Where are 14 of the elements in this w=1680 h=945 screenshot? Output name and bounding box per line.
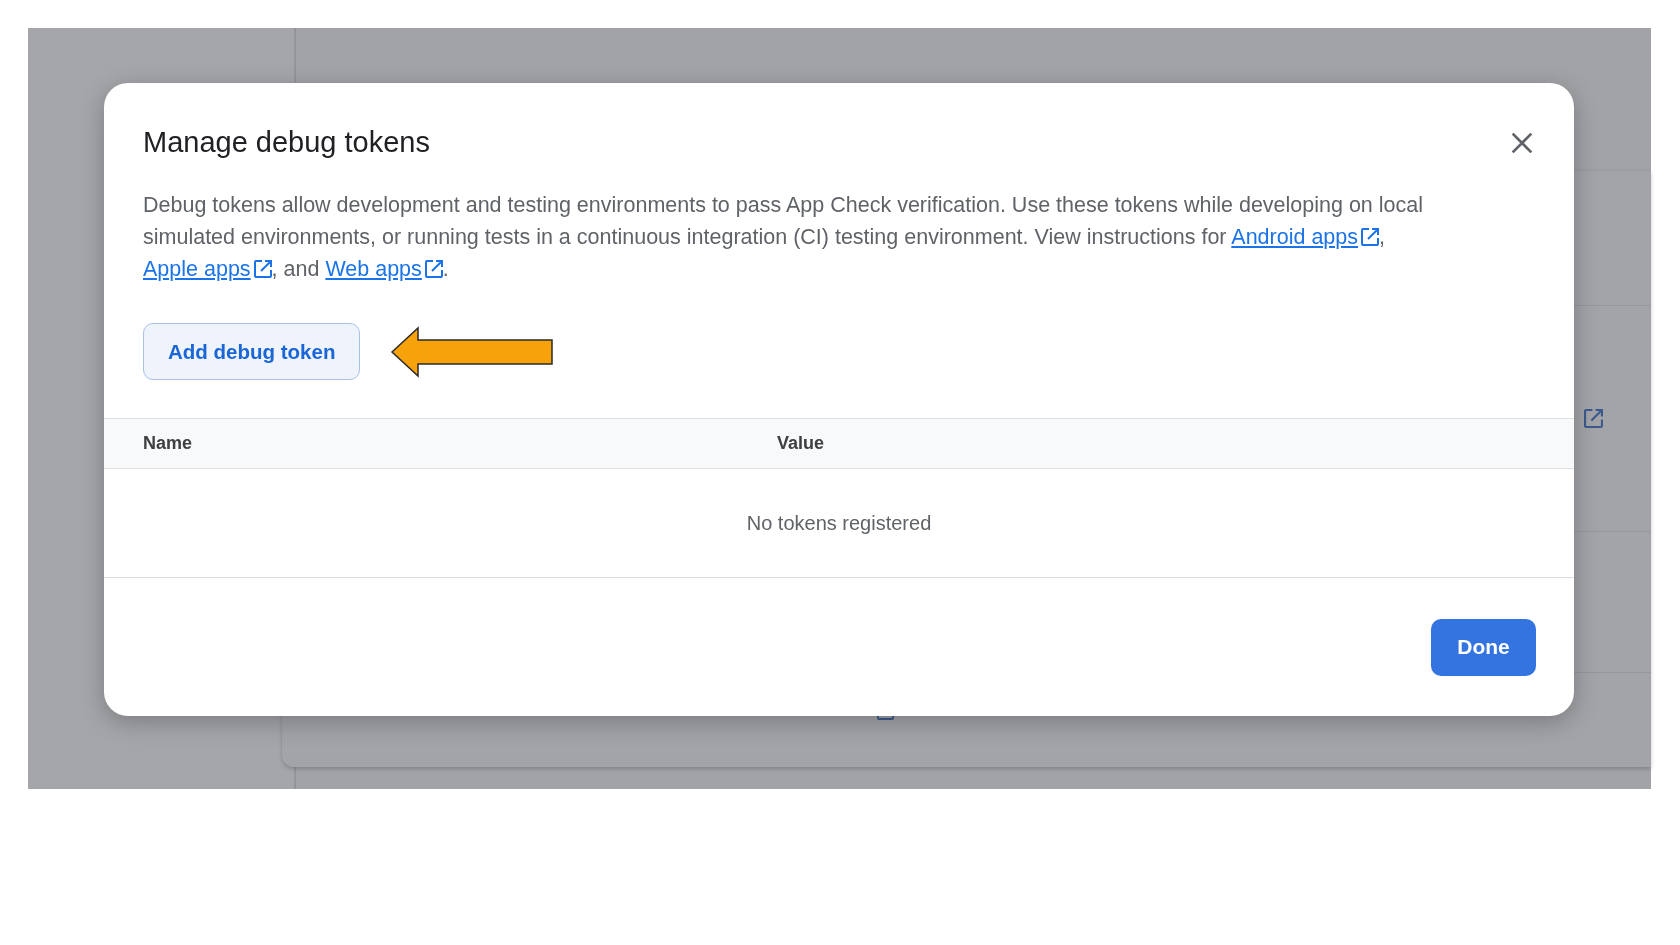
column-header: Name (143, 433, 194, 454)
empty-message: No tokens registered (746, 511, 932, 535)
column-header: Value (777, 433, 825, 454)
link[interactable]: Android apps (1231, 225, 1379, 249)
external-link-icon (253, 260, 272, 278)
external-link-icon (1361, 228, 1379, 246)
description-text: Debug tokens allow development and testing environments to pass App Check verification. Use these tokens while developing on local simulated environments, or running tests in a continuous integration (CI) testing environment. View instructions for Android apps , Apple apps , and Web apps . (143, 192, 1424, 283)
add-debug-token-button[interactable]: Add debug token (143, 323, 361, 380)
external-link-icon (1584, 409, 1603, 428)
dialog-title: Manage debug tokens (143, 126, 430, 159)
link[interactable]: Apple apps (143, 257, 272, 281)
done-button[interactable]: Done (1431, 618, 1536, 676)
link[interactable]: Web apps (325, 257, 443, 281)
external-link-icon (424, 260, 443, 278)
